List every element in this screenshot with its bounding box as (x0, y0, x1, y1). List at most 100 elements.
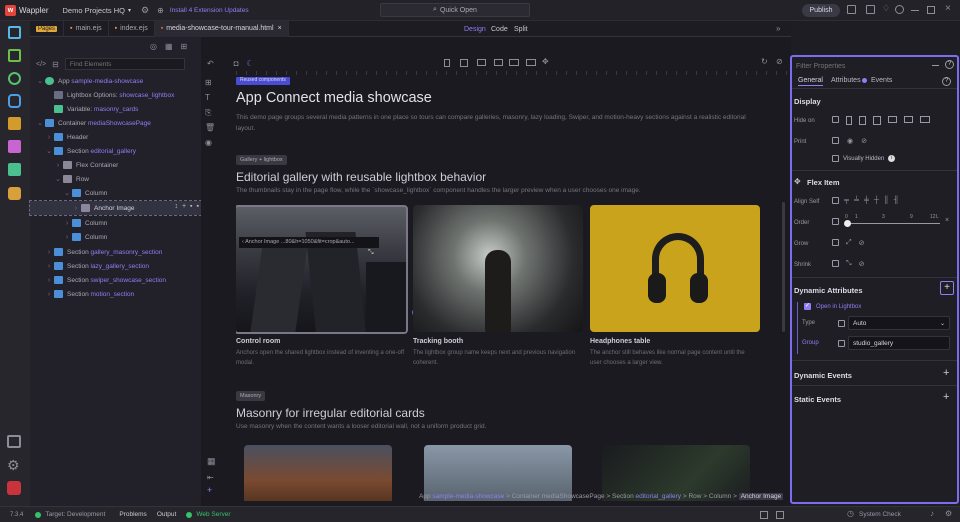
gallery-card-tracking-booth[interactable]: Tracking booth The lightbox group name k… (413, 205, 583, 405)
web-server-label[interactable]: Web Server (196, 511, 230, 518)
align-self-none[interactable] (832, 197, 839, 204)
tree-item-section-swiper[interactable]: › Section swiper_showcase_section (30, 273, 201, 287)
shrink-default[interactable] (832, 260, 839, 267)
target-label[interactable]: Target: Development (45, 511, 105, 518)
tree-item-anchor-image[interactable]: › Anchor Image ↕ + ▪ ▪ (29, 200, 202, 216)
structure-icon[interactable] (8, 49, 21, 62)
align-auto-icon[interactable]: ╢ (894, 197, 899, 204)
tree-item-section-motion[interactable]: › Section motion_section (30, 287, 201, 301)
insert-icon[interactable]: ⊞ (205, 75, 217, 90)
device-tablet-landscape-icon[interactable] (477, 59, 486, 66)
visually-hidden-checkbox[interactable] (832, 155, 839, 162)
add-icon[interactable]: + (207, 485, 212, 495)
tree-item-variable[interactable]: Variable: masonry_cards (30, 102, 201, 116)
tree-item-column-2[interactable]: › Column (30, 216, 201, 230)
order-slider[interactable]: 0 1 3 9 12 L × (832, 214, 952, 228)
close-tab-icon[interactable]: × (278, 25, 282, 32)
view-mode-code[interactable]: Code (491, 26, 508, 33)
group-default[interactable] (838, 340, 845, 347)
tree-item-container[interactable]: ⌄ Container mediaShowcasePage (30, 116, 201, 130)
problems-tab[interactable]: Problems (119, 511, 146, 518)
minimize-panel-icon[interactable] (932, 65, 939, 66)
masonry-image-1[interactable] (244, 445, 392, 501)
view-mode-design[interactable]: Design (464, 26, 486, 33)
delete-icon[interactable]: ▪ (190, 203, 192, 210)
account-icon[interactable] (7, 481, 21, 495)
tab-attributes[interactable]: Attributes (831, 77, 861, 84)
breadcrumb-row[interactable]: Row (688, 493, 701, 500)
align-baseline-icon[interactable]: ┼ (874, 197, 879, 204)
device-desktop-icon[interactable] (509, 59, 519, 66)
breadcrumb-section[interactable]: Section (612, 493, 634, 500)
quick-open-box[interactable]: ⌕ Quick Open (380, 3, 530, 17)
copy-icon[interactable]: ⎘ (205, 105, 217, 120)
find-elements-input[interactable] (64, 58, 185, 70)
align-center-icon[interactable]: ╪ (864, 197, 869, 204)
layers-icon[interactable] (8, 163, 21, 176)
assets-icon[interactable] (8, 140, 21, 153)
move-tool-icon[interactable]: ✥ (542, 57, 549, 66)
eye-icon[interactable]: ◉ (205, 135, 217, 150)
add-dynamic-event-icon[interactable]: + (943, 367, 949, 379)
tree-item-flex-container[interactable]: › Flex Container (30, 158, 201, 172)
settings-gear-icon[interactable]: ⚙ (141, 5, 149, 16)
tab-pages[interactable]: Pages (30, 20, 65, 37)
preview-icon[interactable]: ◎ (150, 42, 157, 51)
align-end-icon[interactable]: ╧ (854, 197, 859, 204)
trash-icon[interactable]: 🗑 (205, 120, 217, 135)
info-icon[interactable]: i (888, 155, 896, 162)
view-mode-split[interactable]: Split (514, 26, 528, 33)
hide-desktop-icon[interactable] (904, 116, 913, 123)
camera-icon[interactable]: ◘ (234, 59, 239, 68)
tree-item-section-editorial[interactable]: ⌄ Section editorial_gallery (30, 144, 201, 158)
minimize-icon[interactable] (911, 10, 919, 11)
page-scrollbar[interactable] (782, 202, 785, 332)
tree-item-row[interactable]: ⌄ Row (30, 172, 201, 186)
shrink-compress-icon[interactable]: ⤡ (846, 260, 852, 268)
grow-expand-icon[interactable]: ⤢ (846, 239, 852, 247)
device-wide-icon[interactable] (526, 59, 536, 66)
tracking-booth-image[interactable] (413, 205, 583, 332)
extensions-icon[interactable] (8, 187, 21, 200)
tab-main-ejs[interactable]: ▪ main.ejs (64, 20, 109, 37)
order-default[interactable] (832, 218, 839, 225)
hide-wide-icon[interactable] (920, 116, 930, 123)
control-room-image[interactable] (236, 205, 408, 334)
maximize-icon[interactable] (927, 6, 935, 14)
hide-phablet-icon[interactable] (859, 116, 866, 125)
group-input[interactable] (848, 336, 950, 350)
tree-item-header[interactable]: › Header (30, 130, 201, 144)
visually-hidden-row[interactable]: Visually Hidden i (832, 155, 896, 162)
notifications-bell-icon[interactable]: ♪ (930, 509, 934, 518)
collapse-icon[interactable]: ⇤ (207, 473, 214, 482)
layout-icon[interactable] (847, 5, 856, 14)
expand-icon[interactable]: ⤡ (368, 249, 374, 257)
panel-toggle-icon[interactable] (776, 511, 784, 519)
terminal-icon[interactable] (7, 435, 21, 448)
tree-item-app[interactable]: ⌄ App sample-media-showcase (30, 74, 201, 88)
link-icon[interactable]: ⊘ (776, 57, 783, 66)
tree-item-lightbox-options[interactable]: Lightbox Options: showcase_lightbox (30, 88, 201, 102)
add-icon[interactable]: + (182, 203, 186, 210)
grid-icon[interactable]: ▦ (165, 42, 173, 51)
panel-icon[interactable] (866, 5, 875, 14)
move-icon[interactable]: ↕ (174, 203, 178, 210)
breadcrumb-column[interactable]: Column (709, 493, 731, 500)
tree-item-section-lazy[interactable]: › Section lazy_gallery_section (30, 259, 201, 273)
code-view-icon[interactable]: </> (36, 61, 46, 68)
order-clear-icon[interactable]: × (945, 217, 949, 224)
text-icon[interactable]: T (205, 90, 217, 105)
grow-none-icon[interactable]: ⊘ (859, 239, 865, 247)
breadcrumb-app[interactable]: App (419, 493, 431, 500)
add-dynamic-attribute-button[interactable]: + (940, 281, 954, 295)
settings-icon[interactable]: ⚙ (7, 457, 20, 474)
breadcrumb-anchor[interactable]: Anchor Image (738, 493, 784, 500)
type-default[interactable] (838, 320, 845, 327)
grow-default[interactable] (832, 239, 839, 246)
split-view-icon[interactable] (760, 511, 768, 519)
breadcrumb-container[interactable]: Container (512, 493, 540, 500)
tab-general[interactable]: General (798, 77, 823, 86)
tab-media-showcase[interactable]: ▪ media-showcase-tour-manual.html × (154, 20, 289, 37)
publish-button[interactable]: Publish (802, 4, 840, 17)
api-icon[interactable] (8, 117, 21, 130)
